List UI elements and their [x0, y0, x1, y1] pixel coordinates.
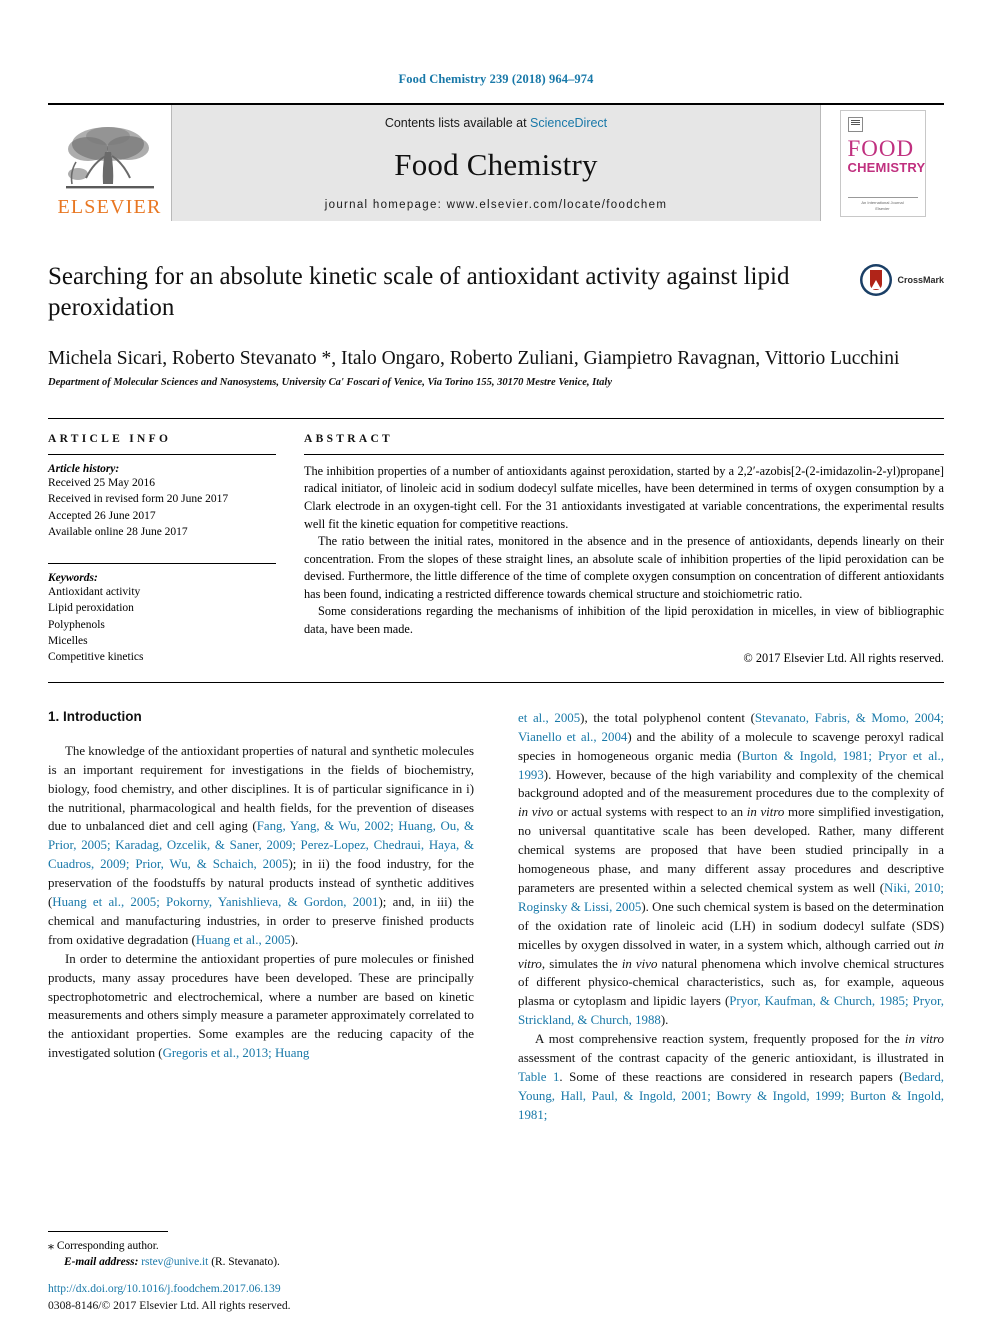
journal-homepage-link[interactable]: journal homepage: www.elsevier.com/locat…: [325, 199, 667, 211]
text-run: Corresponding author.: [54, 1239, 159, 1252]
keyword-item: Competitive kinetics: [48, 651, 144, 664]
text-run: In order to determine the antioxidant pr…: [48, 951, 474, 1061]
journal-masthead: ELSEVIER Contents lists available at Sci…: [48, 103, 944, 221]
article-info-column: ARTICLE INFO Article history: Received 2…: [48, 433, 298, 666]
abstract-paragraph: The inhibition properties of a number of…: [304, 463, 944, 531]
crossmark-label: CrossMark: [897, 275, 944, 285]
italic-term: in vivo: [621, 956, 658, 971]
keyword-item: Polyphenols: [48, 618, 105, 631]
citation-link[interactable]: Gregoris et al., 2013; Huang: [163, 1046, 310, 1060]
article-page: Food Chemistry 239 (2018) 964–974 ELSEVI…: [0, 0, 992, 1323]
doi-link[interactable]: http://dx.doi.org/10.1016/j.foodchem.201…: [48, 1281, 508, 1298]
cover-divider: [847, 196, 918, 198]
authors-text: Michela Sicari, Roberto Stevanato *, Ita…: [48, 347, 900, 369]
corresponding-author-note: ⁎ Corresponding author.: [48, 1237, 474, 1255]
crossmark-badge[interactable]: CrossMark: [859, 263, 944, 297]
contents-available-line: Contents lists available at ScienceDirec…: [385, 116, 607, 130]
crossmark-icon: [860, 264, 893, 296]
keyword-item: Antioxidant activity: [48, 586, 141, 599]
history-item: Accepted 26 June 2017: [48, 509, 156, 522]
citation-link[interactable]: et al., 2005: [518, 711, 580, 725]
elsevier-wordmark: ELSEVIER: [57, 196, 162, 218]
table-link[interactable]: Table 1: [518, 1070, 559, 1084]
elsevier-tree-icon: [65, 127, 154, 189]
text-run: . Some of these reactions are considered…: [559, 1070, 904, 1085]
cover-card: FOOD CHEMISTRY An International Journal E…: [839, 109, 926, 217]
right-text-column: et al., 2005), the total polyphenol cont…: [518, 709, 944, 1125]
text-run: (R. Stevanato).: [208, 1256, 280, 1269]
left-text-column: 1. Introduction The knowledge of the ant…: [48, 709, 474, 1125]
cover-footer-text: An International Journal Elsevier: [861, 199, 904, 211]
text-run: ).: [660, 1013, 669, 1028]
body-columns: 1. Introduction The knowledge of the ant…: [48, 709, 944, 1125]
email-note: E-mail address: rstev@unive.it (R. Steva…: [48, 1254, 474, 1271]
article-history-heading: Article history:: [48, 462, 120, 475]
email-label: E-mail address:: [64, 1256, 139, 1269]
masthead-center: Contents lists available at ScienceDirec…: [172, 105, 820, 221]
journal-title: Food Chemistry: [394, 146, 598, 182]
abstract-label: ABSTRACT: [304, 432, 394, 445]
cover-title-chemistry: CHEMISTRY: [847, 159, 926, 175]
text-run: , simulates the: [541, 956, 622, 971]
cover-title-food: FOOD: [847, 135, 915, 161]
elsevier-logo: ELSEVIER: [48, 105, 172, 221]
text-run: ).: [290, 932, 299, 947]
affiliation: Department of Molecular Sciences and Nan…: [48, 376, 612, 388]
author-list: Michela Sicari, Roberto Stevanato *, Ita…: [48, 346, 944, 371]
history-item: Received 25 May 2016: [48, 476, 155, 489]
italic-term: in vivo: [518, 805, 554, 820]
text-run: or actual systems with respect to an: [553, 805, 747, 820]
abstract-column: ABSTRACT The inhibition properties of a …: [298, 433, 944, 666]
text-run: ), the total polyphenol content (: [580, 710, 755, 725]
abstract-paragraph: Some considerations regarding the mechan…: [304, 604, 944, 637]
footer-block: http://dx.doi.org/10.1016/j.foodchem.201…: [48, 1281, 508, 1315]
footnote-area: ⁎ Corresponding author. E-mail address: …: [48, 1230, 474, 1271]
keyword-item: Lipid peroxidation: [48, 602, 134, 615]
abstract-paragraph: The ratio between the initial rates, mon…: [304, 534, 944, 601]
contents-prefix: Contents lists available at: [384, 116, 531, 130]
history-item: Received in revised form 20 June 2017: [48, 493, 229, 506]
history-item: Available online 28 June 2017: [48, 525, 188, 538]
citation-link[interactable]: Huang et al., 2005: [196, 933, 291, 947]
italic-term: in vitro: [904, 1032, 944, 1047]
info-abstract-region: ARTICLE INFO Article history: Received 2…: [48, 417, 944, 683]
cover-publisher-mark-icon: [847, 116, 863, 132]
article-info-divider: [48, 453, 276, 455]
citation-link[interactable]: Huang et al., 2005; Pokorny, Yanishlieva…: [52, 895, 378, 909]
footnote-divider: [48, 1230, 168, 1232]
keyword-item: Micelles: [48, 635, 88, 648]
running-head: Food Chemistry 239 (2018) 964–974: [398, 72, 594, 86]
body-paragraph-continued: et al., 2005), the total polyphenol cont…: [518, 709, 944, 1030]
body-paragraph: The knowledge of the antioxidant propert…: [48, 742, 474, 950]
abstract-copyright: © 2017 Elsevier Ltd. All rights reserved…: [743, 650, 944, 665]
keywords-divider: [48, 563, 276, 565]
article-info-label: ARTICLE INFO: [48, 432, 172, 445]
section-heading-introduction: 1. Introduction: [48, 708, 142, 724]
keywords-heading: Keywords:: [48, 572, 98, 585]
title-block: Searching for an absolute kinetic scale …: [48, 261, 944, 388]
abstract-divider: [304, 453, 944, 455]
page-title: Searching for an absolute kinetic scale …: [48, 263, 790, 322]
text-run: assessment of the contrast capacity of t…: [518, 1051, 944, 1066]
sciencedirect-link[interactable]: ScienceDirect: [530, 116, 607, 130]
journal-cover-thumbnail: FOOD CHEMISTRY An International Journal E…: [820, 105, 944, 221]
text-run: A most comprehensive reaction system, fr…: [535, 1032, 905, 1047]
body-paragraph: A most comprehensive reaction system, fr…: [518, 1030, 944, 1125]
text-run: ). However, because of the high variabil…: [518, 767, 944, 801]
body-paragraph: In order to determine the antioxidant pr…: [48, 950, 474, 1063]
issn-copyright: 0308-8146/© 2017 Elsevier Ltd. All right…: [48, 1299, 291, 1313]
email-link[interactable]: rstev@unive.it: [141, 1256, 208, 1268]
italic-term: in vitro: [746, 805, 785, 820]
